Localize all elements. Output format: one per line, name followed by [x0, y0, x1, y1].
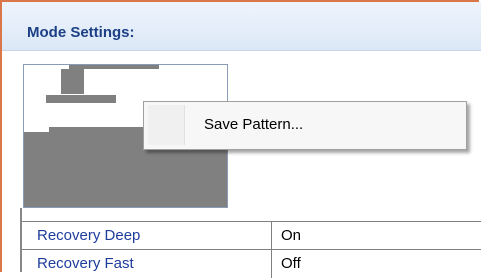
setting-value[interactable]: Off [272, 250, 481, 278]
context-menu: Save Pattern... [143, 101, 467, 150]
panel-header: Mode Settings: [2, 2, 481, 51]
table-row[interactable]: Recovery Fast Off [22, 249, 481, 278]
setting-value[interactable]: On [272, 222, 481, 250]
save-pattern-menu-item[interactable]: Save Pattern... [204, 116, 303, 133]
setting-name: Recovery Deep [22, 222, 272, 250]
table-row[interactable]: Recovery Deep On [22, 221, 481, 250]
panel-title: Mode Settings: [27, 24, 135, 41]
menu-icon-gutter [148, 105, 185, 145]
setting-name: Recovery Fast [22, 250, 272, 278]
